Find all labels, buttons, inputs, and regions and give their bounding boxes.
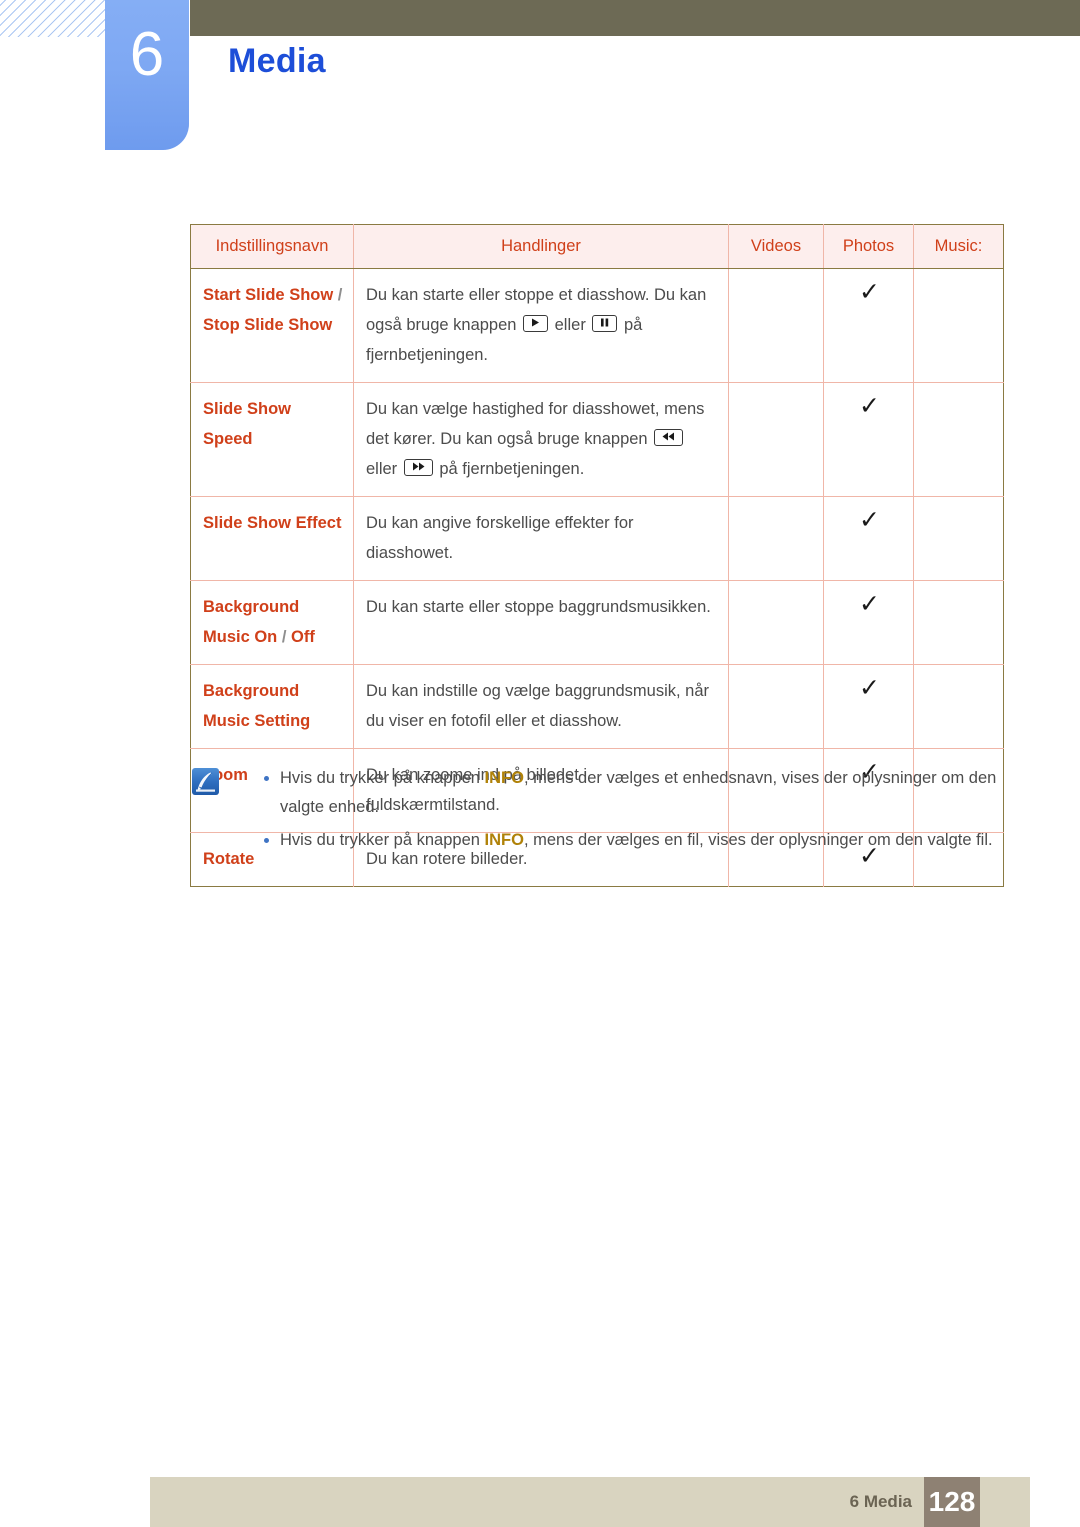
support-cell-videos bbox=[728, 580, 824, 665]
note-text: Hvis du trykker på knappen INFO, mens de… bbox=[280, 769, 997, 816]
chapter-number: 6 bbox=[129, 20, 165, 89]
table-row: Background Music On / Off Du kan starte e… bbox=[190, 580, 1004, 665]
setting-name-text: Off bbox=[291, 628, 315, 646]
column-header-setting-name: Indstillingsnavn bbox=[190, 224, 354, 269]
column-header-actions: Handlinger bbox=[353, 224, 729, 269]
note-item: Hvis du trykker på knappen INFO, mens de… bbox=[192, 764, 1004, 822]
check-icon: ✓ bbox=[859, 590, 880, 618]
setting-name-text: Slide Show Speed bbox=[203, 400, 292, 448]
header-olive-bar bbox=[190, 0, 1080, 36]
support-cell-music bbox=[913, 382, 1004, 497]
pause-icon bbox=[592, 315, 618, 332]
table-row: Background Music Setting Du kan indstille… bbox=[190, 664, 1004, 749]
setting-name-cell: Start Slide Show / Stop Slide Show bbox=[191, 269, 354, 383]
name-separator: / bbox=[337, 286, 343, 304]
check-icon: ✓ bbox=[859, 392, 880, 420]
play-icon bbox=[523, 315, 549, 332]
action-description-cell: Du kan starte eller stoppe baggrundsmusi… bbox=[353, 580, 729, 665]
footer-chapter-label: 6 Media bbox=[849, 1492, 912, 1511]
support-cell-videos bbox=[728, 382, 824, 497]
action-description-cell: Du kan angive forskellige effekter for d… bbox=[353, 496, 729, 581]
bullet-icon bbox=[264, 838, 269, 843]
notes-list: Hvis du trykker på knappen INFO, mens de… bbox=[192, 764, 1004, 855]
support-cell-music bbox=[913, 580, 1004, 665]
support-cell-videos bbox=[728, 268, 824, 383]
setting-name-text: Start Slide Show bbox=[203, 286, 334, 304]
table-row: Slide Show Effect Du kan angive forskelli… bbox=[190, 496, 1004, 581]
action-description-cell: Du kan indstille og vælge baggrundsmusik… bbox=[353, 664, 729, 749]
page-footer-bar: 6 Media 128 bbox=[150, 1477, 1030, 1527]
notes-section: Hvis du trykker på knappen INFO, mens de… bbox=[192, 764, 1004, 859]
setting-name-text: Slide Show Effect bbox=[203, 514, 342, 532]
info-keyword: INFO bbox=[484, 769, 524, 787]
support-cell-photos: ✓ bbox=[823, 580, 914, 665]
setting-name-cell: Background Music On / Off bbox=[190, 580, 354, 665]
bullet-icon bbox=[264, 776, 269, 781]
support-cell-videos bbox=[728, 664, 824, 749]
support-cell-photos: ✓ bbox=[823, 268, 914, 383]
page-number: 128 bbox=[924, 1477, 980, 1527]
support-cell-music bbox=[913, 268, 1004, 383]
support-cell-photos: ✓ bbox=[823, 496, 914, 581]
chapter-number-block: 6 bbox=[105, 0, 189, 150]
support-cell-music bbox=[913, 664, 1004, 749]
rewind-icon bbox=[654, 429, 684, 446]
table-row: Start Slide Show / Stop Slide Show Du kan… bbox=[191, 268, 1004, 383]
check-icon: ✓ bbox=[859, 674, 880, 702]
support-cell-music bbox=[913, 496, 1004, 581]
note-text: Hvis du trykker på knappen INFO, mens de… bbox=[280, 831, 993, 849]
setting-name-text: Stop Slide Show bbox=[203, 316, 333, 334]
column-header-music: Music: bbox=[913, 224, 1004, 269]
check-icon: ✓ bbox=[859, 278, 880, 306]
info-keyword: INFO bbox=[484, 831, 524, 849]
table-header-row: Indstillingsnavn Handlinger Videos Photo… bbox=[190, 224, 1004, 269]
note-item: Hvis du trykker på knappen INFO, mens de… bbox=[192, 826, 1004, 855]
column-header-photos: Photos bbox=[823, 224, 914, 269]
support-cell-videos bbox=[728, 496, 824, 581]
support-cell-photos: ✓ bbox=[823, 664, 914, 749]
check-icon: ✓ bbox=[859, 506, 880, 534]
support-cell-photos: ✓ bbox=[823, 382, 914, 497]
setting-name-cell: Slide Show Effect bbox=[190, 496, 354, 581]
corner-hatch-decoration bbox=[0, 0, 108, 37]
action-description-cell: Du kan vælge hastighed for diasshowet, m… bbox=[353, 382, 729, 497]
page-title: Media bbox=[228, 42, 326, 80]
setting-name-cell: Background Music Setting bbox=[190, 664, 354, 749]
action-description-cell: Du kan starte eller stoppe et diasshow. … bbox=[353, 268, 729, 383]
table-row: Slide Show Speed Du kan vælge hastighed f… bbox=[190, 382, 1004, 497]
fast-forward-icon bbox=[403, 459, 433, 476]
name-separator: / bbox=[281, 628, 287, 646]
column-header-videos: Videos bbox=[728, 224, 824, 269]
setting-name-cell: Slide Show Speed bbox=[190, 382, 354, 497]
setting-name-text: Background Music Setting bbox=[203, 682, 311, 730]
